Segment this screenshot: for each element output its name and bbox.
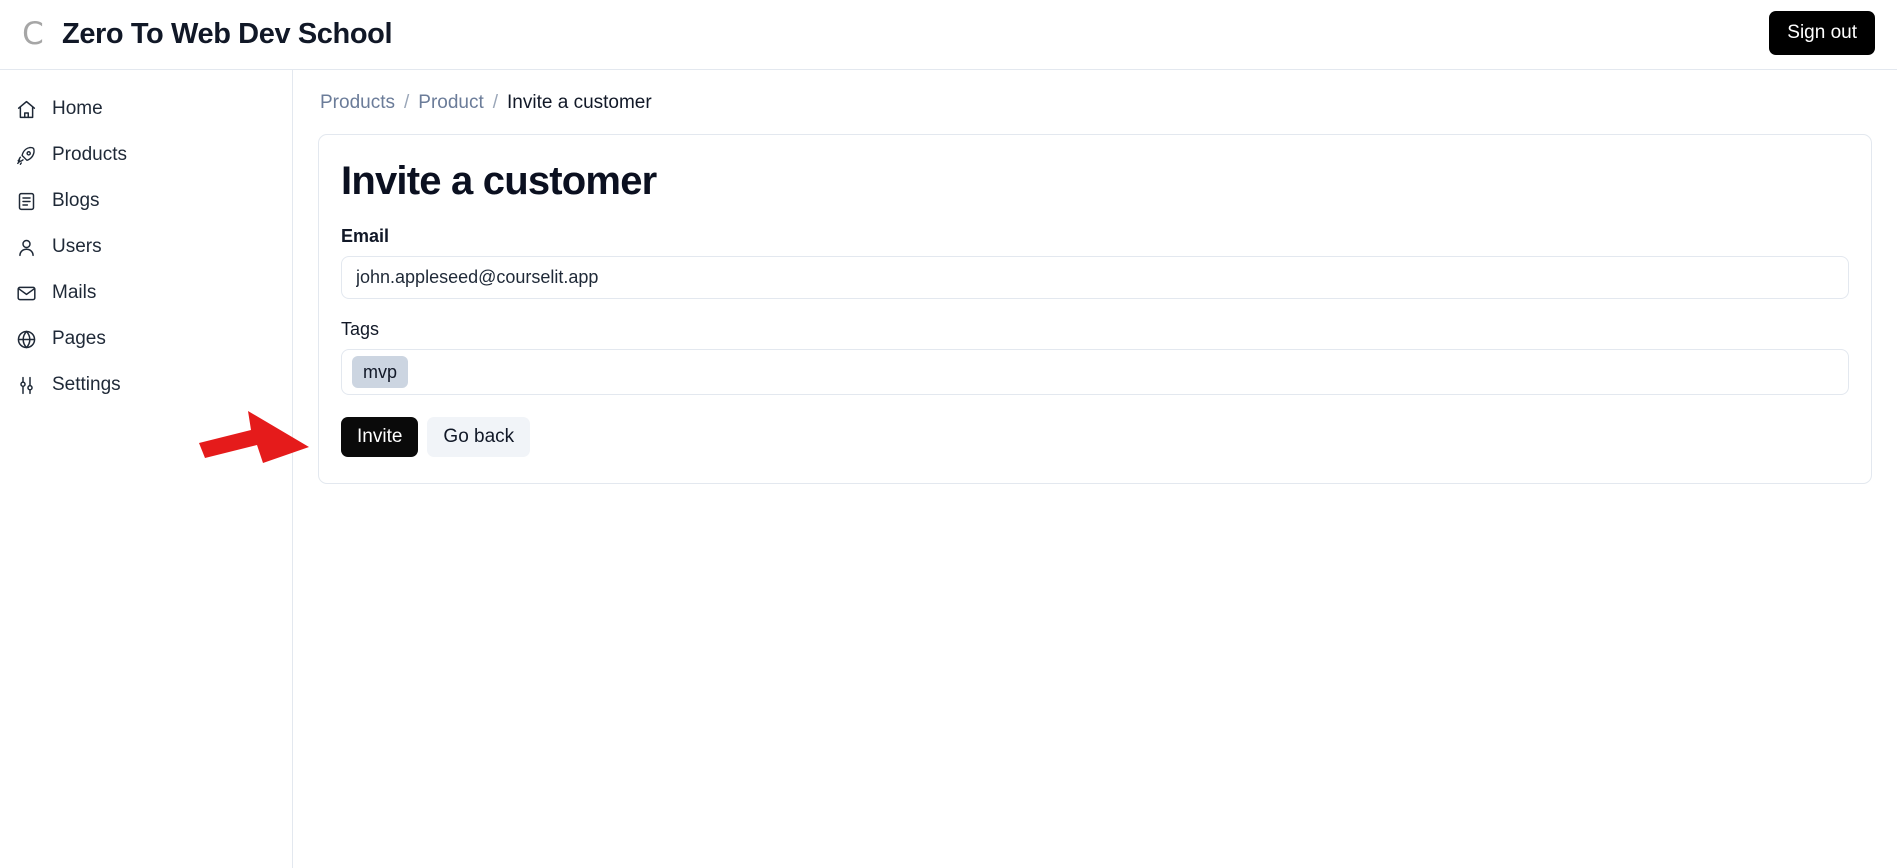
go-back-button[interactable]: Go back: [427, 417, 531, 458]
sidebar-item-label: Pages: [52, 328, 106, 349]
sidebar-item-blogs[interactable]: Blogs: [0, 178, 292, 224]
breadcrumb: Products / Product / Invite a customer: [318, 92, 1872, 114]
email-input[interactable]: [341, 256, 1849, 299]
sidebar-item-label: Users: [52, 236, 102, 257]
body-wrapper: Home Products Blogs Users Mails Pages Se…: [0, 70, 1897, 868]
document-icon: [16, 191, 37, 212]
sidebar-item-settings[interactable]: Settings: [0, 362, 292, 408]
sidebar-item-pages[interactable]: Pages: [0, 316, 292, 362]
email-field-label: Email: [341, 226, 390, 246]
page-title: Invite a customer: [341, 159, 657, 203]
main-content: Products / Product / Invite a customer I…: [199, 70, 1897, 868]
rocket-icon: [16, 145, 37, 166]
home-icon: [16, 99, 37, 120]
tags-field-label: Tags: [341, 319, 380, 339]
form-actions: Invite Go back: [341, 417, 1849, 458]
sidebar-item-mails[interactable]: Mails: [0, 270, 292, 316]
breadcrumb-item-product[interactable]: Product: [418, 92, 483, 114]
email-field-group: Email: [341, 226, 1849, 299]
invite-button[interactable]: Invite: [341, 417, 419, 458]
breadcrumb-item-products[interactable]: Products: [320, 92, 395, 114]
sidebar-item-label: Mails: [52, 282, 97, 303]
sliders-icon: [16, 375, 37, 396]
user-icon: [16, 237, 37, 258]
globe-icon: [16, 329, 37, 350]
breadcrumb-separator: /: [492, 92, 499, 113]
app-title: Zero To Web Dev School: [62, 18, 393, 50]
sidebar-item-label: Products: [52, 144, 127, 165]
sidebar-item-label: Home: [52, 98, 103, 119]
courselit-c-logo-icon: C: [22, 16, 44, 52]
breadcrumb-item-current: Invite a customer: [507, 92, 652, 113]
sidebar-item-label: Blogs: [52, 190, 100, 211]
sidebar-item-products[interactable]: Products: [0, 132, 292, 178]
sidebar-item-users[interactable]: Users: [0, 224, 292, 270]
invite-customer-card: Invite a customer Email Tags mvp Invite …: [318, 134, 1872, 485]
tags-input[interactable]: mvp: [341, 349, 1849, 396]
sign-out-button[interactable]: Sign out: [1769, 11, 1875, 55]
sidebar-nav: Home Products Blogs Users Mails Pages Se…: [0, 70, 293, 868]
app-header: C Zero To Web Dev School Sign out: [0, 0, 1897, 70]
brand: C Zero To Web Dev School: [22, 18, 392, 51]
sidebar-item-home[interactable]: Home: [0, 86, 292, 132]
sidebar-item-label: Settings: [52, 374, 121, 395]
tag-chip[interactable]: mvp: [352, 356, 409, 389]
tags-field-group: Tags mvp: [341, 319, 1849, 396]
breadcrumb-separator: /: [403, 92, 410, 113]
envelope-icon: [16, 283, 37, 304]
